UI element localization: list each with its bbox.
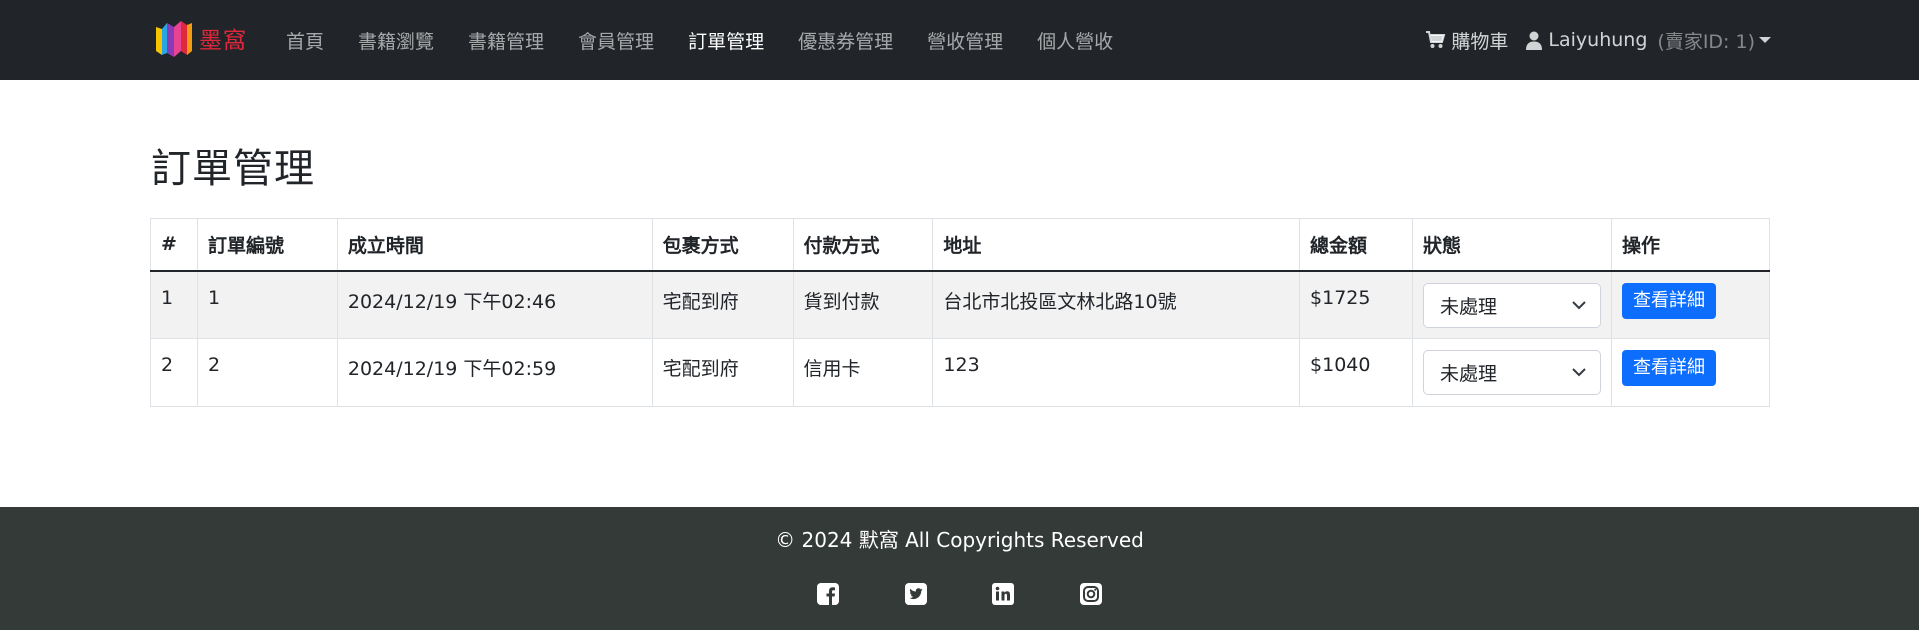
view-details-button[interactable]: 查看詳細	[1621, 282, 1716, 319]
cell-address: 123	[932, 338, 1301, 407]
col-header-index: #	[150, 218, 198, 272]
cell-action: 查看詳細	[1610, 270, 1771, 339]
col-header-created: 成立時間	[336, 218, 653, 272]
brand-logo-link[interactable]: 墨窩	[153, 17, 247, 59]
cell-shipping: 宅配到府	[651, 270, 794, 339]
col-header-address: 地址	[932, 218, 1301, 272]
col-header-action: 操作	[1610, 218, 1771, 272]
cell-created: 2024/12/19 下午02:46	[336, 270, 653, 339]
book-logo-icon	[156, 21, 192, 57]
nav-personal-revenue[interactable]: 個人營收	[1037, 27, 1113, 54]
col-header-status: 狀態	[1411, 218, 1612, 272]
cell-address: 台北市北投區文林北路10號	[932, 270, 1301, 339]
table-row: 2 2 2024/12/19 下午02:59 宅配到府 信用卡 123 $104…	[150, 338, 1771, 407]
cell-order-no: 1	[196, 270, 338, 339]
col-header-order-no: 訂單編號	[196, 218, 338, 272]
main-nav: 首頁 書籍瀏覽 書籍管理 會員管理 訂單管理 優惠券管理 營收管理 個人營收	[286, 0, 1147, 80]
cell-total: $1040	[1299, 338, 1413, 407]
cell-status: 未處理	[1411, 338, 1612, 407]
cell-payment: 貨到付款	[792, 270, 934, 339]
col-header-payment: 付款方式	[792, 218, 934, 272]
linkedin-icon[interactable]	[992, 583, 1014, 605]
chevron-down-icon	[1572, 368, 1586, 377]
nav-book-management[interactable]: 書籍管理	[468, 27, 544, 54]
user-icon	[1526, 31, 1543, 50]
nav-home[interactable]: 首頁	[286, 27, 324, 54]
instagram-icon[interactable]	[1080, 583, 1102, 605]
cell-status: 未處理	[1411, 270, 1612, 339]
cart-icon	[1426, 31, 1446, 48]
brand-name: 墨窩	[199, 28, 247, 54]
cell-total: $1725	[1299, 270, 1413, 339]
view-details-button[interactable]: 查看詳細	[1621, 350, 1716, 386]
cell-index: 2	[150, 338, 198, 407]
status-select-value: 未處理	[1439, 363, 1497, 385]
dropdown-caret-icon	[1759, 37, 1771, 43]
cell-created: 2024/12/19 下午02:59	[336, 338, 653, 407]
page-title: 訂單管理	[151, 146, 315, 192]
table-header-row: # 訂單編號 成立時間 包裹方式 付款方式 地址 總金額 狀態 操作	[150, 218, 1771, 272]
status-select-value: 未處理	[1439, 295, 1497, 318]
footer: © 2024 默窩 All Copyrights Reserved	[0, 507, 1919, 630]
status-select[interactable]: 未處理	[1422, 350, 1601, 395]
cart-link[interactable]: 購物車	[1426, 27, 1508, 54]
cell-order-no: 2	[196, 338, 338, 407]
copyright-text: © 2024 默窩 All Copyrights Reserved	[775, 528, 1144, 552]
cell-action: 查看詳細	[1610, 338, 1771, 407]
cell-shipping: 宅配到府	[651, 338, 794, 407]
top-navbar: 墨窩 首頁 書籍瀏覽 書籍管理 會員管理 訂單管理 優惠券管理 營收管理 個人營…	[0, 0, 1919, 80]
nav-revenue-management[interactable]: 營收管理	[927, 27, 1003, 54]
twitter-icon[interactable]	[905, 583, 927, 605]
cell-payment: 信用卡	[792, 338, 934, 407]
nav-order-management[interactable]: 訂單管理	[688, 27, 764, 54]
nav-coupon-management[interactable]: 優惠券管理	[798, 27, 893, 54]
orders-table: # 訂單編號 成立時間 包裹方式 付款方式 地址 總金額 狀態 操作 1 1 2…	[150, 218, 1771, 407]
col-header-shipping: 包裹方式	[651, 218, 794, 272]
navbar-right: 購物車 Laiyuhung (賣家ID: 1)	[1426, 0, 1771, 80]
user-menu-toggle[interactable]: Laiyuhung (賣家ID: 1)	[1526, 27, 1771, 54]
user-name: Laiyuhung	[1548, 29, 1648, 51]
chevron-down-icon	[1572, 300, 1586, 309]
nav-member-management[interactable]: 會員管理	[578, 27, 654, 54]
table-row: 1 1 2024/12/19 下午02:46 宅配到府 貨到付款 台北市北投區文…	[150, 270, 1771, 339]
status-select[interactable]: 未處理	[1422, 282, 1601, 328]
facebook-icon[interactable]	[817, 583, 839, 605]
col-header-total: 總金額	[1299, 218, 1413, 272]
cart-label: 購物車	[1451, 30, 1509, 53]
nav-book-browse[interactable]: 書籍瀏覽	[358, 27, 434, 54]
cell-index: 1	[150, 270, 198, 339]
seller-id-label: (賣家ID: 1)	[1657, 30, 1755, 53]
